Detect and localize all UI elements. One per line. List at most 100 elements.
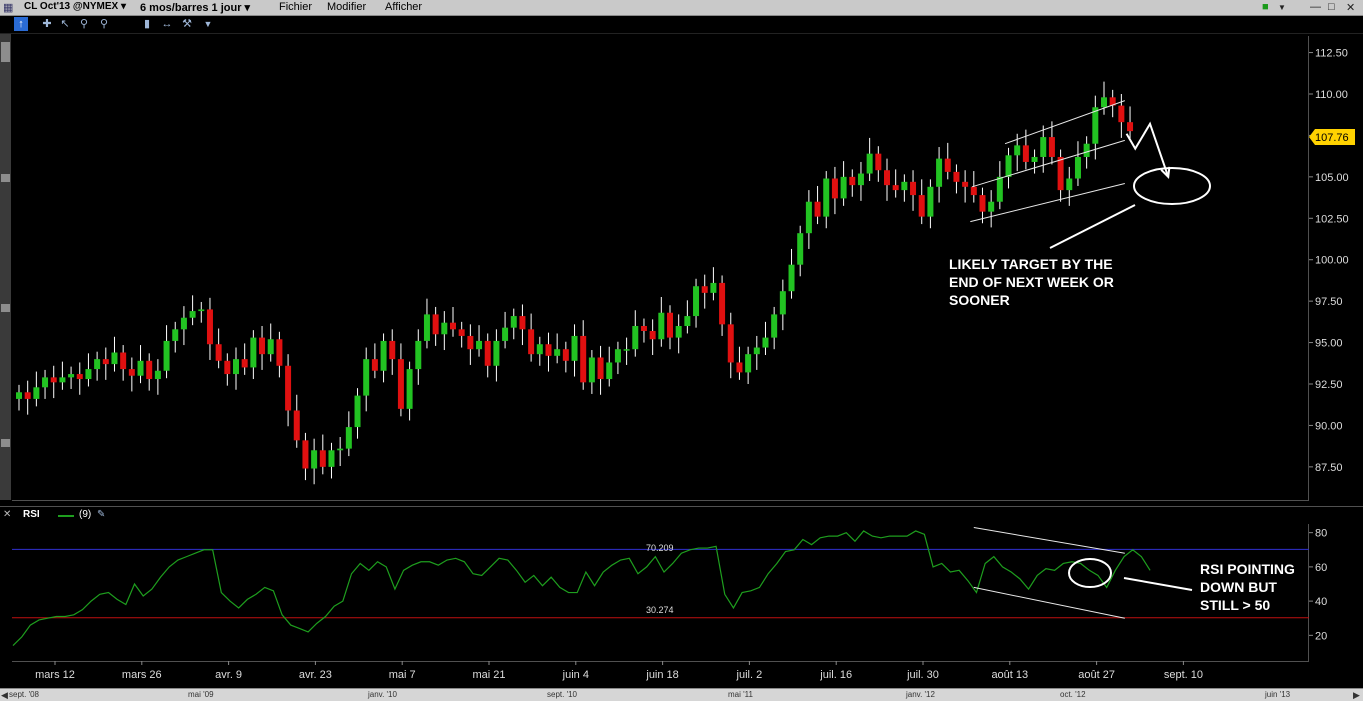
candle-up [250,337,257,368]
overview-tick: janv. '12 [906,690,935,699]
target-annotation-line1: LIKELY TARGET BY THE [949,256,1113,272]
price-tick-label: 95.00 [1315,338,1343,350]
candle-up [1031,156,1038,162]
overview-tick: juin '13 [1265,690,1291,699]
price-tick-label: 100.00 [1315,255,1349,267]
channel-line-middle [971,139,1125,188]
rsi-indicator-label[interactable]: RSI [23,509,40,520]
candle-up [536,344,543,355]
candle-up [684,316,691,326]
candle-down [649,330,656,340]
candle-up [606,362,613,380]
candle-up [16,392,22,399]
candle-down [545,344,552,356]
candle-down [371,359,378,371]
candle-down [259,337,266,355]
rsi-period-label[interactable]: (9) [79,509,91,520]
rsi-lower-level-label: 30.274 [646,605,674,615]
candle-up [996,176,1003,202]
candle-down [814,201,821,217]
candle-up [771,314,778,338]
price-tick-label: 97.50 [1315,296,1343,308]
candle-up [33,387,40,399]
date-tick-label: mai 7 [389,669,416,681]
candle-up [823,178,830,217]
price-tick-label: 102.50 [1315,213,1349,225]
overview-scrollbar[interactable]: ◀ sept. '08 mai '09 janv. '10 sept. '10 … [0,688,1363,701]
candle-up [623,349,630,351]
candle-up [328,450,335,467]
candle-up [94,359,101,370]
candle-down [884,170,890,186]
rsi-annotation-line2: DOWN BUT [1200,579,1277,595]
candle-down [918,195,925,217]
date-tick-label: avr. 9 [215,669,242,681]
candle-up [233,359,239,375]
candle-up [189,311,196,318]
rsi-tick-label: 20 [1315,630,1327,642]
candle-down [970,186,977,196]
overview-tick: sept. '10 [547,690,577,699]
candle-down [293,410,300,441]
candle-up [354,395,361,428]
candle-up [198,309,205,312]
rsi-tick-label: 80 [1315,528,1327,540]
candle-up [1074,156,1081,179]
candle-down [450,322,456,330]
price-tick-label: 112.50 [1315,48,1348,60]
date-tick-label: juil. 2 [736,669,763,681]
candle-down [484,340,491,366]
target-pointer-line [1049,204,1136,249]
candle-down [701,286,708,293]
candle-up [927,186,934,217]
candle-up [693,286,700,317]
candle-down [458,329,465,336]
candle-up [380,340,387,371]
candle-down [215,344,222,361]
candle-down [719,282,726,325]
rsi-settings-icon[interactable]: ✎ [97,509,105,520]
candle-down [432,314,439,335]
date-x-axis: mars 12 mars 26 avr. 9 avr. 23 mai 7 mai 21 ju… [35,661,1203,681]
candle-down [389,340,396,360]
rsi-legend-bar: ✕ RSI (9) ✎ [0,507,1309,524]
candle-down [206,309,213,345]
candle-up [406,369,413,409]
candle-up [936,158,943,187]
candle-down [580,335,587,383]
candle-up [415,340,422,370]
candle-up [267,339,274,355]
candle-down [50,377,57,383]
rsi-close-icon[interactable]: ✕ [3,509,11,520]
candle-down [597,357,604,380]
date-tick-label: juin 4 [562,669,589,681]
price-chart-area[interactable]: 112.50110.00107.50105.00102.50100.0097.5… [0,0,1363,701]
overview-tick: oct. '12 [1060,690,1086,699]
candle-down [1127,122,1134,132]
rsi-tick-label: 40 [1315,596,1327,608]
last-price-label: 107.76 [1315,132,1349,144]
price-tick-label: 92.50 [1315,379,1343,391]
candle-down [285,365,292,411]
overview-tick: sept. '08 [9,690,39,699]
candle-down [910,181,917,196]
candle-up [788,264,795,292]
candle-up [180,317,187,330]
date-tick-label: mars 12 [35,669,75,681]
candle-up [857,173,864,186]
rsi-legend-swatch [58,515,74,517]
scroll-left-arrow-icon[interactable]: ◀ [1,690,8,701]
candle-down [1057,156,1064,191]
candle-down [1118,105,1125,123]
candle-down [667,312,673,338]
candle-up [1083,143,1090,157]
channel-line-upper [1004,100,1126,145]
candle-up [345,427,352,449]
date-tick-label: sept. 10 [1164,669,1203,681]
candle-up [753,347,760,355]
candle-down [736,362,743,373]
candle-down [241,359,248,368]
scroll-right-arrow-icon[interactable]: ▶ [1353,690,1360,701]
candle-down [831,178,838,199]
candle-up [805,201,812,234]
